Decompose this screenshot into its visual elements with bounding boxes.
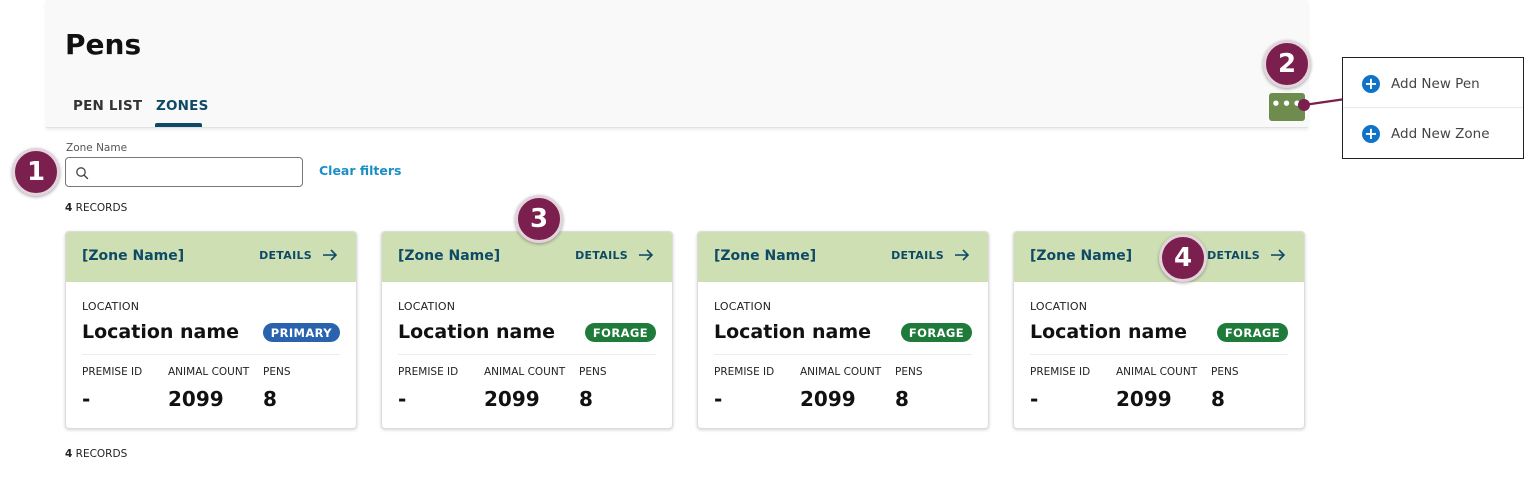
card-divider <box>398 354 656 355</box>
details-link[interactable]: DETAILS <box>259 248 338 262</box>
animal-count-label: ANIMAL COUNT <box>168 366 250 378</box>
location-name: Location name <box>1030 321 1188 343</box>
add-new-zone-label: Add New Zone <box>1391 126 1490 142</box>
animal-count-label: ANIMAL COUNT <box>1116 366 1198 378</box>
card-divider <box>714 354 972 355</box>
card-divider <box>1030 354 1288 355</box>
location-label: LOCATION <box>398 300 456 313</box>
premise-id-value: - <box>1030 387 1039 411</box>
location-name: Location name <box>398 321 556 343</box>
add-new-pen-label: Add New Pen <box>1391 75 1480 92</box>
details-label: DETAILS <box>891 248 944 262</box>
annotation-marker-2: 2 <box>1263 40 1311 88</box>
premise-id-label: PREMISE ID <box>1030 366 1091 378</box>
zone-name: [Zone Name] <box>82 248 185 264</box>
pens-label: PENS <box>1211 366 1239 378</box>
animal-count-value: 2099 <box>800 387 856 411</box>
zone-type-badge: FORAGE <box>1216 323 1288 342</box>
location-name: Location name <box>82 321 240 343</box>
pens-label: PENS <box>263 366 291 378</box>
pens-label: PENS <box>579 366 607 378</box>
details-label: DETAILS <box>575 248 628 262</box>
premise-id-label: PREMISE ID <box>714 366 775 378</box>
active-tab-indicator <box>155 123 202 127</box>
zone-card: [Zone Name] DETAILS LOCATION Location na… <box>697 231 989 429</box>
annotation-marker-4: 4 <box>1159 234 1207 282</box>
records-count-label: RECORDS <box>75 448 128 460</box>
animal-count-label: ANIMAL COUNT <box>800 366 882 378</box>
arrow-right-icon <box>323 249 338 261</box>
premise-id-value: - <box>714 387 723 411</box>
pens-value: 8 <box>579 387 593 411</box>
search-icon <box>76 167 89 180</box>
page-header: Pens PEN LIST ZONES <box>46 0 1308 128</box>
details-link[interactable]: DETAILS <box>891 248 970 262</box>
animal-count-value: 2099 <box>484 387 540 411</box>
premise-id-label: PREMISE ID <box>398 366 459 378</box>
records-count-number: 4 <box>65 202 73 214</box>
premise-id-value: - <box>82 387 91 411</box>
zone-type-badge: PRIMARY <box>262 323 340 342</box>
zone-name-label: Zone Name <box>66 142 128 154</box>
tab-zones[interactable]: ZONES <box>156 98 209 114</box>
annotation-marker-3: 3 <box>515 195 563 243</box>
records-count: 4 RECORDS <box>65 202 127 214</box>
arrow-right-icon <box>955 249 970 261</box>
zone-name-search-field[interactable] <box>65 157 303 187</box>
page-title: Pens <box>65 28 142 61</box>
premise-id-label: PREMISE ID <box>82 366 143 378</box>
zone-card-header: [Zone Name] DETAILS <box>698 232 988 282</box>
records-count-footer: 4 RECORDS <box>65 448 127 460</box>
animal-count-label: ANIMAL COUNT <box>484 366 566 378</box>
pens-value: 8 <box>1211 387 1225 411</box>
zone-card: [Zone Name] DETAILS LOCATION Location na… <box>65 231 357 429</box>
zone-card-header: [Zone Name] DETAILS <box>66 232 356 282</box>
location-label: LOCATION <box>714 300 772 313</box>
location-label: LOCATION <box>82 300 140 313</box>
zone-type-badge: FORAGE <box>584 323 656 342</box>
pens-label: PENS <box>895 366 923 378</box>
actions-menu: + Add New Pen + Add New Zone <box>1342 57 1524 159</box>
zone-name: [Zone Name] <box>398 248 501 264</box>
zone-name-input[interactable] <box>94 161 294 183</box>
animal-count-value: 2099 <box>1116 387 1172 411</box>
zone-name: [Zone Name] <box>1030 248 1133 264</box>
premise-id-value: - <box>398 387 407 411</box>
arrow-right-icon <box>639 249 654 261</box>
tab-pen-list[interactable]: PEN LIST <box>73 98 142 114</box>
details-label: DETAILS <box>1207 248 1260 262</box>
details-label: DETAILS <box>259 248 312 262</box>
animal-count-value: 2099 <box>168 387 224 411</box>
details-link[interactable]: DETAILS <box>1207 248 1286 262</box>
pens-value: 8 <box>263 387 277 411</box>
arrow-right-icon <box>1271 249 1286 261</box>
pens-value: 8 <box>895 387 909 411</box>
records-count-label: RECORDS <box>75 202 128 214</box>
location-name: Location name <box>714 321 872 343</box>
add-new-zone-item[interactable]: + Add New Zone <box>1343 110 1523 158</box>
zone-type-badge: FORAGE <box>900 323 972 342</box>
add-new-pen-item[interactable]: + Add New Pen <box>1343 60 1523 108</box>
zone-card: [Zone Name] DETAILS LOCATION Location na… <box>381 231 673 429</box>
annotation-marker-1: 1 <box>12 148 60 196</box>
records-count-number: 4 <box>65 448 73 460</box>
zone-name: [Zone Name] <box>714 248 817 264</box>
plus-circle-icon: + <box>1362 74 1380 93</box>
card-divider <box>82 354 340 355</box>
location-label: LOCATION <box>1030 300 1088 313</box>
plus-circle-icon: + <box>1362 125 1380 143</box>
details-link[interactable]: DETAILS <box>575 248 654 262</box>
clear-filters-link[interactable]: Clear filters <box>319 163 402 178</box>
